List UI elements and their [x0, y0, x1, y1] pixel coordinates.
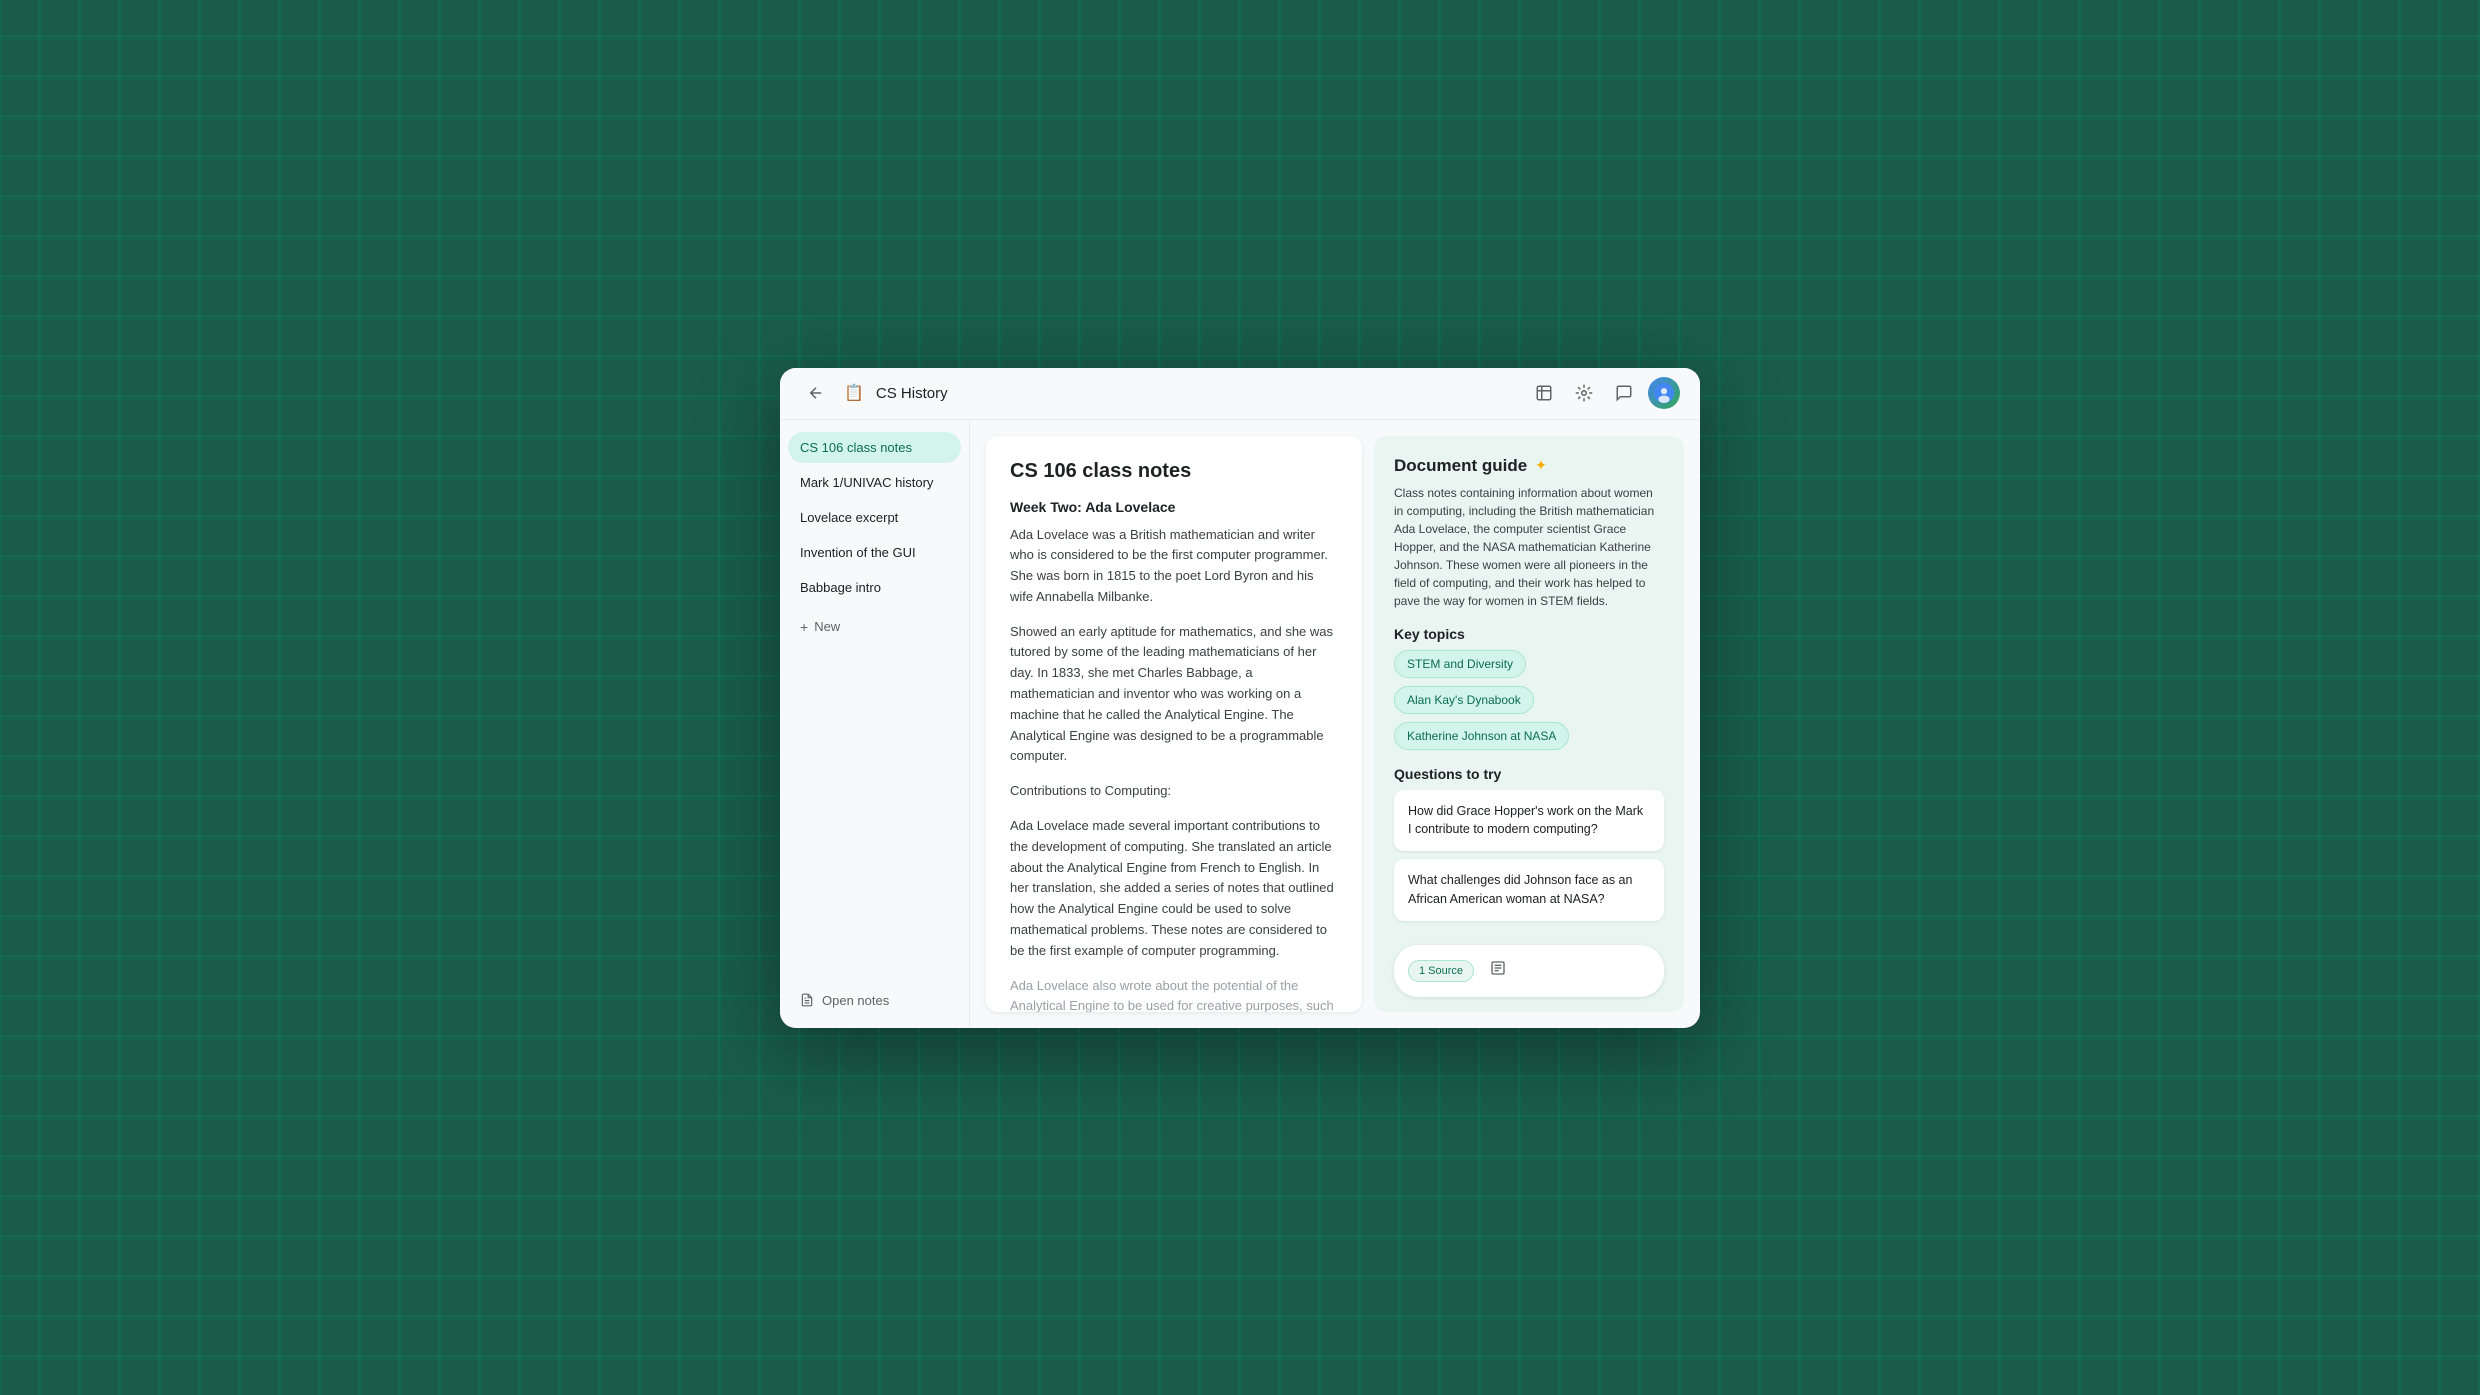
question-2[interactable]: What challenges did Johnson face as an A… [1394, 859, 1664, 921]
sidebar-item-gui[interactable]: Invention of the GUI [788, 537, 961, 568]
source-badge[interactable]: 1 Source [1408, 960, 1474, 982]
topics-container: STEM and Diversity Alan Kay's Dynabook K… [1394, 650, 1664, 750]
new-label: New [814, 619, 840, 634]
guide-title: Document guide [1394, 456, 1527, 476]
week-label: Week Two: Ada Lovelace [1010, 499, 1338, 515]
title-bar-left: 📋 CS History [800, 377, 948, 409]
sidebar-item-mark1[interactable]: Mark 1/UNIVAC history [788, 467, 961, 498]
main-layout: CS 106 class notes Mark 1/UNIVAC history… [780, 420, 1700, 1028]
question-1[interactable]: How did Grace Hopper's work on the Mark … [1394, 790, 1664, 852]
open-notes-label: Open notes [822, 993, 889, 1008]
document-panel[interactable]: CS 106 class notes Week Two: Ada Lovelac… [986, 436, 1362, 1012]
sidebar-item-lovelace[interactable]: Lovelace excerpt [788, 502, 961, 533]
sidebar-item-babbage[interactable]: Babbage intro [788, 572, 961, 603]
app-window: 📋 CS History [780, 368, 1700, 1028]
app-title: CS History [876, 385, 948, 402]
doc-para-4: Ada Lovelace also wrote about the potent… [1010, 976, 1338, 1012]
questions-title: Questions to try [1394, 766, 1664, 782]
title-icon: 📋 [844, 383, 864, 403]
doc-para-3: Ada Lovelace made several important cont… [1010, 816, 1338, 962]
chat-button[interactable] [1608, 377, 1640, 409]
user-avatar[interactable] [1648, 377, 1680, 409]
new-note-button[interactable]: + New [788, 611, 961, 643]
title-bar-right [1528, 377, 1680, 409]
format-icon[interactable] [1490, 960, 1506, 981]
plus-icon: + [800, 619, 808, 635]
guide-header: Document guide ✦ [1394, 456, 1664, 476]
title-bar: 📋 CS History [780, 368, 1700, 420]
content-area: CS 106 class notes Week Two: Ada Lovelac… [970, 420, 1700, 1028]
doc-para-contributions: Contributions to Computing: [1010, 781, 1338, 802]
bookmark-button[interactable] [1528, 377, 1560, 409]
sparkle-icon: ✦ [1535, 457, 1547, 474]
key-topics-title: Key topics [1394, 626, 1664, 642]
doc-para-2: Showed an early aptitude for mathematics… [1010, 622, 1338, 768]
sidebar: CS 106 class notes Mark 1/UNIVAC history… [780, 420, 970, 1028]
doc-guide-section: Document guide ✦ Class notes containing … [1394, 456, 1664, 610]
doc-para-1: Ada Lovelace was a British mathematician… [1010, 525, 1338, 608]
questions-section: Questions to try How did Grace Hopper's … [1394, 766, 1664, 929]
notes-icon [800, 993, 814, 1007]
input-area: 1 Source [1394, 945, 1664, 997]
key-topics-section: Key topics STEM and Diversity Alan Kay's… [1394, 626, 1664, 750]
topic-johnson[interactable]: Katherine Johnson at NASA [1394, 722, 1569, 750]
settings-button[interactable] [1568, 377, 1600, 409]
guide-description: Class notes containing information about… [1394, 484, 1664, 610]
topic-dynabook[interactable]: Alan Kay's Dynabook [1394, 686, 1534, 714]
topic-stem[interactable]: STEM and Diversity [1394, 650, 1526, 678]
open-notes-button[interactable]: Open notes [788, 985, 961, 1016]
back-button[interactable] [800, 377, 832, 409]
document-title: CS 106 class notes [1010, 460, 1338, 483]
chat-input[interactable] [1514, 963, 1684, 978]
sidebar-item-cs106[interactable]: CS 106 class notes [788, 432, 961, 463]
ai-panel: Document guide ✦ Class notes containing … [1374, 436, 1684, 1012]
